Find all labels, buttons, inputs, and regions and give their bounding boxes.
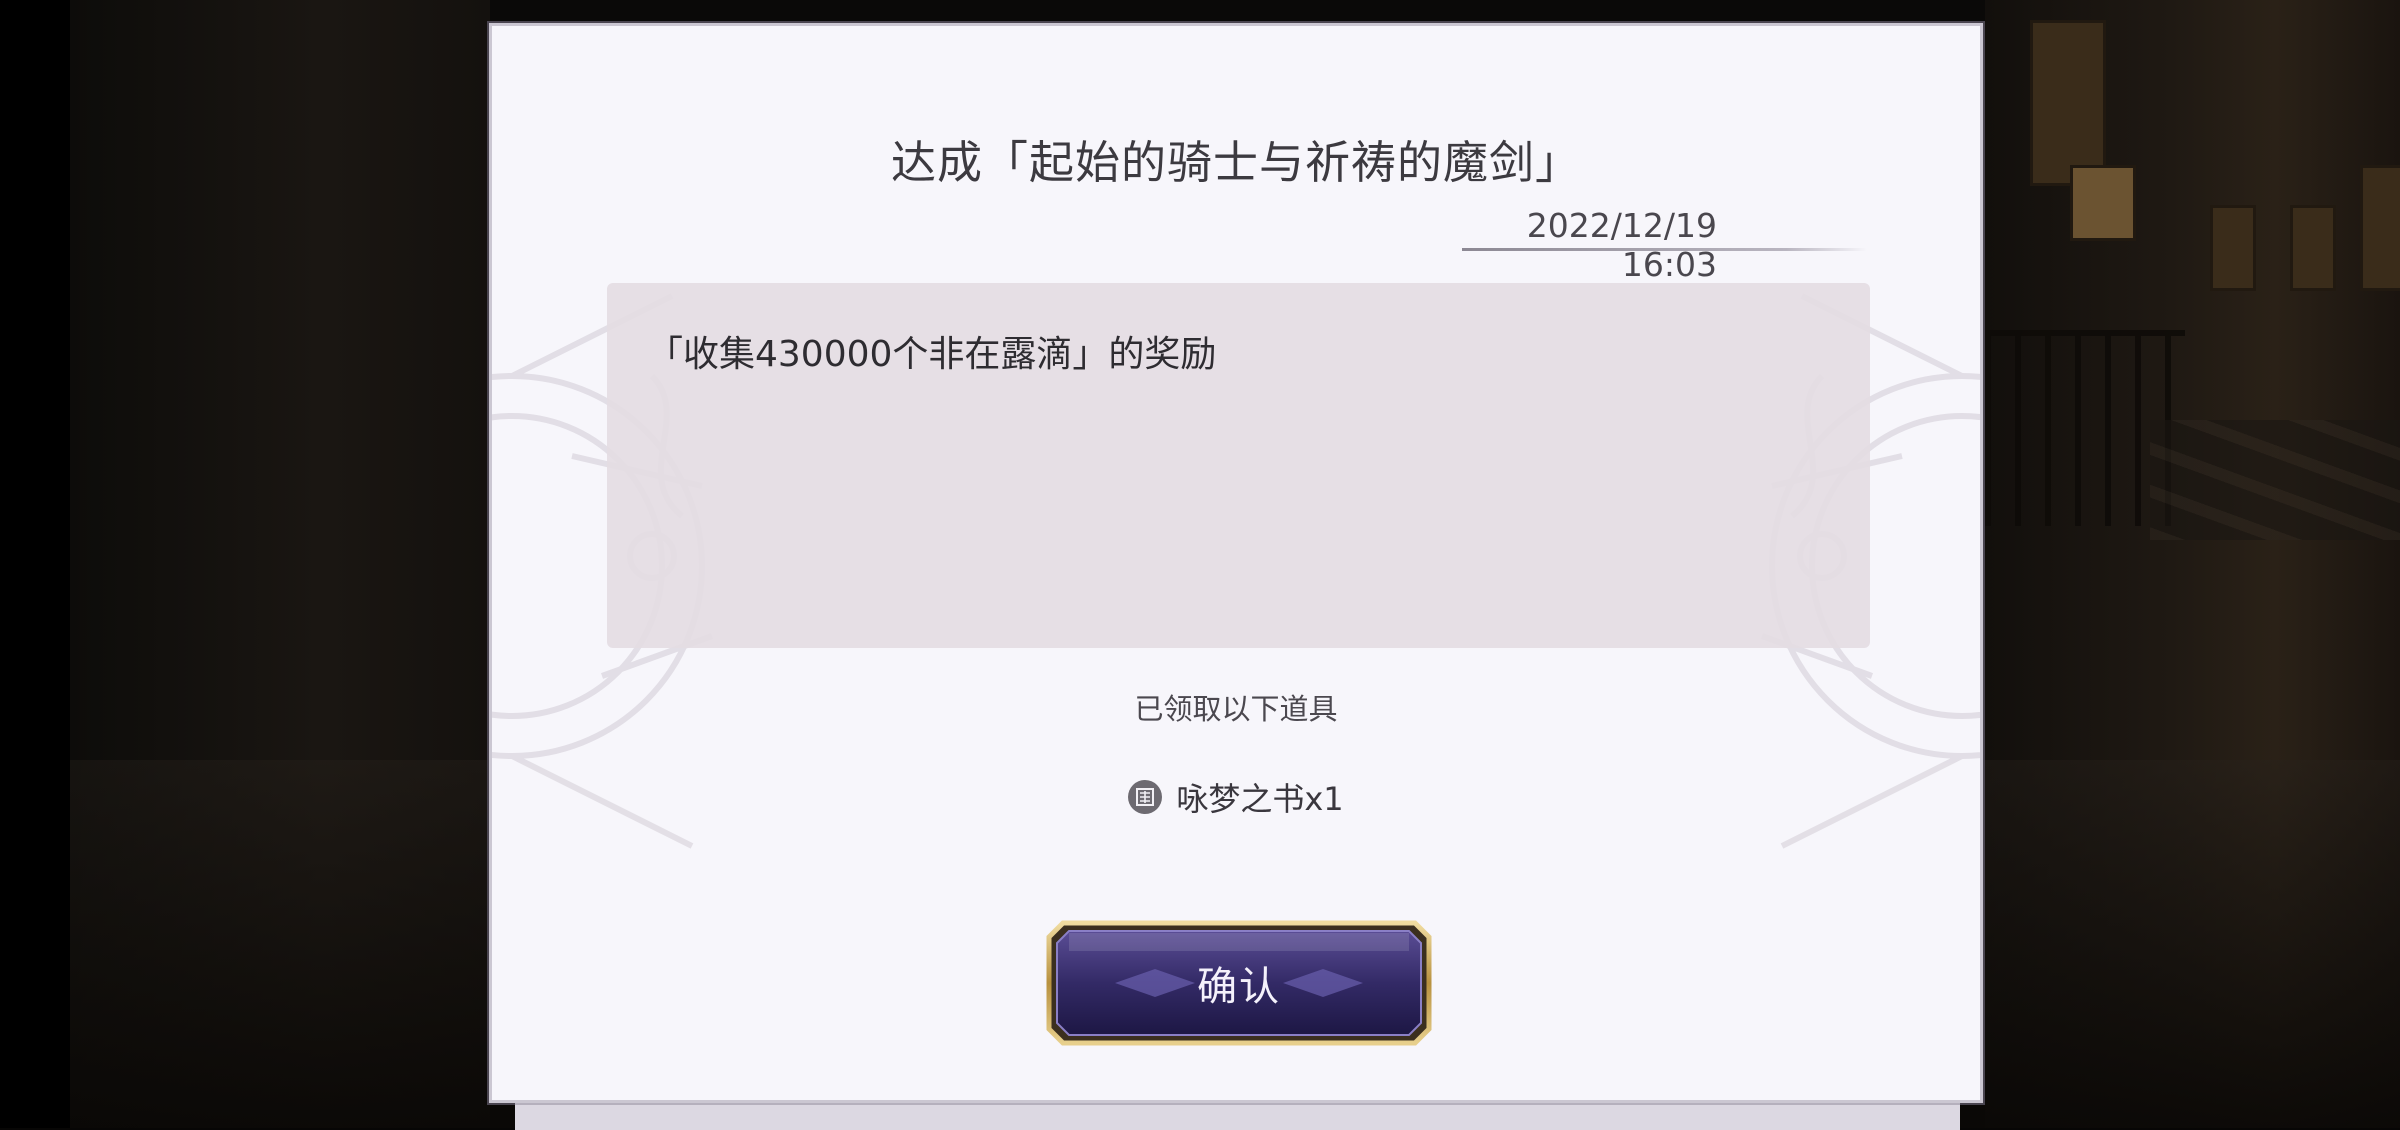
reward-item-row: 咏梦之书x1 (492, 774, 1980, 820)
timestamp-underline (1462, 248, 1867, 251)
left-dark-band (0, 0, 70, 1128)
background-window (2360, 165, 2400, 291)
message-box: 「收集430000个非在露滴」的奖励 (607, 283, 1870, 648)
confirm-button-label: 确认 (1197, 964, 1281, 1010)
book-icon (1128, 780, 1163, 814)
reward-message: 「收集430000个非在露滴」的奖励 (647, 334, 1217, 375)
background-window (2070, 165, 2136, 241)
reward-dialog: 达成「起始的骑士与祈祷的魔剑」 2022/12/19 16:03 「收集4300… (489, 23, 1983, 1103)
dialog-bottom-edge (515, 1103, 1960, 1130)
timestamp: 2022/12/19 16:03 (1526, 206, 1717, 284)
reward-item-label: 咏梦之书x1 (1176, 780, 1344, 818)
received-items-label: 已领取以下道具 (1134, 692, 1338, 726)
street-floor (2150, 420, 2400, 540)
background-window (2290, 205, 2336, 291)
background-window (2030, 20, 2106, 186)
dialog-title: 达成「起始的骑士与祈祷的魔剑」 (890, 136, 1581, 189)
background-window (2210, 205, 2256, 291)
confirm-button[interactable]: 确认 (1045, 919, 1433, 1047)
